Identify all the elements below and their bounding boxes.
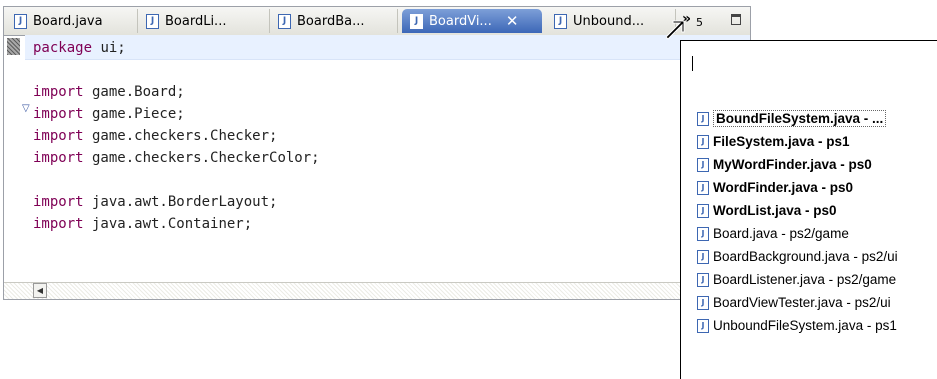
editor-list-item[interactable]: J WordList.java - ps0 [697,199,898,222]
editor-list-item[interactable]: J BoundFileSystem.java - ... [697,107,898,130]
code-keyword: import [33,84,84,100]
code-line: import game.checkers.Checker; [33,125,277,147]
tab-unboundfilesystem[interactable]: J Unbound... [546,9,676,33]
code-line: import game.checkers.CheckerColor; [33,147,320,169]
code-text: game.checkers.Checker; [83,128,278,144]
tab-boardviewtester[interactable]: J BoardVi... ✕ [402,9,542,33]
editor-list-item[interactable]: J WordFinder.java - ps0 [697,176,898,199]
tab-label: Board.java [33,13,103,29]
current-line-highlight [25,35,750,60]
editor-list-popup: J BoundFileSystem.java - ... J FileSystem.j… [680,40,937,379]
editor-list: J BoundFileSystem.java - ... J FileSystem.j… [697,107,898,337]
code-line: import java.awt.Container; [33,213,252,235]
tab-label: BoardVi... [429,13,492,29]
close-icon[interactable]: ✕ [506,12,519,30]
java-file-icon: J [697,111,709,126]
code-text: java.awt.BorderLayout; [83,194,278,210]
java-file-icon: J [697,295,709,310]
java-file-icon: J [697,226,709,241]
editor-list-item[interactable]: J Board.java - ps2/game [697,222,898,245]
code-keyword: package [33,40,93,56]
code-text: game.Board; [83,84,185,100]
tab-boardbackground[interactable]: J BoardBa... [270,9,398,33]
code-text: java.awt.Container; [83,216,253,232]
java-file-icon: J [697,249,709,264]
java-file-icon: J [697,272,709,287]
tab-label: BoardLi... [165,13,227,29]
code-line: import game.Piece; [33,103,185,125]
editor-list-item-label: Board.java - ps2/game [713,226,849,241]
editor-tab-bar: J Board.java J BoardLi... J BoardBa... J… [4,7,750,36]
editor-list-item-label: BoardViewTester.java - ps2/ui [713,295,891,310]
editor-list-item-label: WordList.java - ps0 [713,203,837,218]
editor-list-item-label: FileSystem.java - ps1 [713,134,850,149]
java-file-icon: J [14,13,27,29]
java-file-icon: J [697,180,709,195]
code-keyword: import [33,106,84,122]
mouse-pointer-icon [666,20,685,40]
ruler-marker [7,38,20,55]
fold-icon[interactable]: ▽ [22,103,30,114]
code-keyword: import [33,128,84,144]
java-file-icon: J [697,318,709,333]
java-file-icon: J [410,13,423,29]
editor-list-item[interactable]: J FileSystem.java - ps1 [697,130,898,153]
editor-list-item-label: MyWordFinder.java - ps0 [713,157,872,172]
code-line: package ui; [33,37,126,59]
code-keyword: import [33,194,84,210]
editor-list-item[interactable]: J BoardBackground.java - ps2/ui [697,245,898,268]
filter-input-caret[interactable] [692,56,693,71]
editor-list-item[interactable]: J BoardListener.java - ps2/game [697,268,898,291]
tab-board-java[interactable]: J Board.java [6,9,138,33]
editor-frame: J Board.java J BoardLi... J BoardBa... J… [3,6,751,300]
java-file-icon: J [697,203,709,218]
code-editor[interactable]: ▽ package ui; import game.Board; import ga… [4,35,750,283]
editor-list-item[interactable]: J UnboundFileSystem.java - ps1 [697,314,898,337]
code-text: game.checkers.CheckerColor; [83,150,320,166]
tab-boardlistener[interactable]: J BoardLi... [138,9,270,33]
maximize-icon[interactable] [731,14,741,25]
editor-list-item[interactable]: J MyWordFinder.java - ps0 [697,153,898,176]
code-keyword: import [33,150,84,166]
hidden-editor-count: 5 [696,16,703,29]
code-line: import game.Board; [33,81,185,103]
tab-label: BoardBa... [297,13,365,29]
java-file-icon: J [697,134,709,149]
editor-list-item-label: BoardListener.java - ps2/game [713,272,897,287]
editor-list-item-label: UnboundFileSystem.java - ps1 [713,318,897,333]
code-text: game.Piece; [83,106,185,122]
editor-list-item-label: BoundFileSystem.java - ... [713,110,887,127]
code-keyword: import [33,216,84,232]
code-text: ui; [92,40,126,56]
java-file-icon: J [278,13,291,29]
code-line: import java.awt.BorderLayout; [33,191,277,213]
editor-list-item-label: BoardBackground.java - ps2/ui [713,249,898,264]
editor-list-item-label: WordFinder.java - ps0 [713,180,854,195]
java-file-icon: J [554,13,567,29]
horizontal-scrollbar[interactable]: ◀ [4,282,750,299]
java-file-icon: J [697,157,709,172]
scroll-left-arrow-icon[interactable]: ◀ [33,283,47,298]
editor-list-item[interactable]: J BoardViewTester.java - ps2/ui [697,291,898,314]
java-file-icon: J [146,13,159,29]
tab-label: Unbound... [573,13,645,29]
